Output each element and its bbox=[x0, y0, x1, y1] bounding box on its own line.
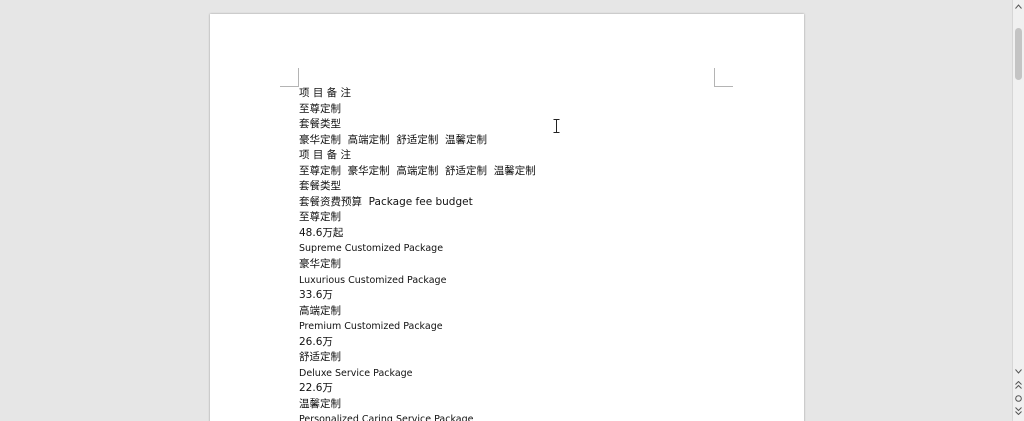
text-line[interactable]: 套餐类型 bbox=[299, 179, 729, 195]
browse-object-button[interactable] bbox=[1013, 393, 1024, 403]
scroll-up-button[interactable] bbox=[1013, 0, 1024, 12]
text-line[interactable]: 48.6万起 bbox=[299, 226, 729, 242]
chevron-down-icon bbox=[1015, 368, 1022, 374]
text-line[interactable]: 33.6万 bbox=[299, 288, 729, 304]
text-line[interactable]: 豪华定制 高端定制 舒适定制 温馨定制 bbox=[299, 133, 729, 149]
text-line[interactable]: Supreme Customized Package bbox=[299, 241, 729, 257]
next-page-button[interactable] bbox=[1013, 406, 1024, 416]
scroll-down-button[interactable] bbox=[1013, 366, 1024, 376]
margin-corner-top-left bbox=[280, 68, 299, 87]
double-chevron-up-icon bbox=[1015, 381, 1022, 389]
text-line[interactable]: 至尊定制 豪华定制 高端定制 舒适定制 温馨定制 bbox=[299, 164, 729, 180]
document-viewport[interactable]: 项 目 备 注 至尊定制 套餐类型 豪华定制 高端定制 舒适定制 温馨定制 项 … bbox=[0, 0, 1012, 421]
text-line[interactable]: Personalized Caring Service Package bbox=[299, 412, 729, 421]
vertical-scrollbar[interactable] bbox=[1012, 0, 1024, 421]
text-line[interactable]: 高端定制 bbox=[299, 304, 729, 320]
text-line[interactable]: 项 目 备 注 bbox=[299, 86, 729, 102]
text-line[interactable]: Luxurious Customized Package bbox=[299, 273, 729, 289]
text-line[interactable]: 26.6万 bbox=[299, 335, 729, 351]
text-line[interactable]: 至尊定制 bbox=[299, 210, 729, 226]
chevron-up-icon bbox=[1015, 3, 1022, 9]
text-line[interactable]: 温馨定制 bbox=[299, 397, 729, 413]
text-line[interactable]: 22.6万 bbox=[299, 381, 729, 397]
text-line[interactable]: 套餐资费预算 Package fee budget bbox=[299, 195, 729, 211]
text-line[interactable]: 套餐类型 bbox=[299, 117, 729, 133]
margin-corner-top-right bbox=[714, 68, 733, 87]
text-line[interactable]: 舒适定制 bbox=[299, 350, 729, 366]
scroll-thumb[interactable] bbox=[1015, 28, 1022, 80]
text-line[interactable]: 项 目 备 注 bbox=[299, 148, 729, 164]
text-line[interactable]: Deluxe Service Package bbox=[299, 366, 729, 382]
circle-icon bbox=[1015, 394, 1022, 402]
document-body[interactable]: 项 目 备 注 至尊定制 套餐类型 豪华定制 高端定制 舒适定制 温馨定制 项 … bbox=[299, 86, 729, 421]
document-page[interactable]: 项 目 备 注 至尊定制 套餐类型 豪华定制 高端定制 舒适定制 温馨定制 项 … bbox=[210, 14, 804, 421]
i-beam-cursor-icon bbox=[553, 119, 560, 133]
text-line[interactable]: Premium Customized Package bbox=[299, 319, 729, 335]
text-line[interactable]: 豪华定制 bbox=[299, 257, 729, 273]
text-line[interactable]: 至尊定制 bbox=[299, 102, 729, 118]
previous-page-button[interactable] bbox=[1013, 380, 1024, 390]
double-chevron-down-icon bbox=[1015, 407, 1022, 415]
